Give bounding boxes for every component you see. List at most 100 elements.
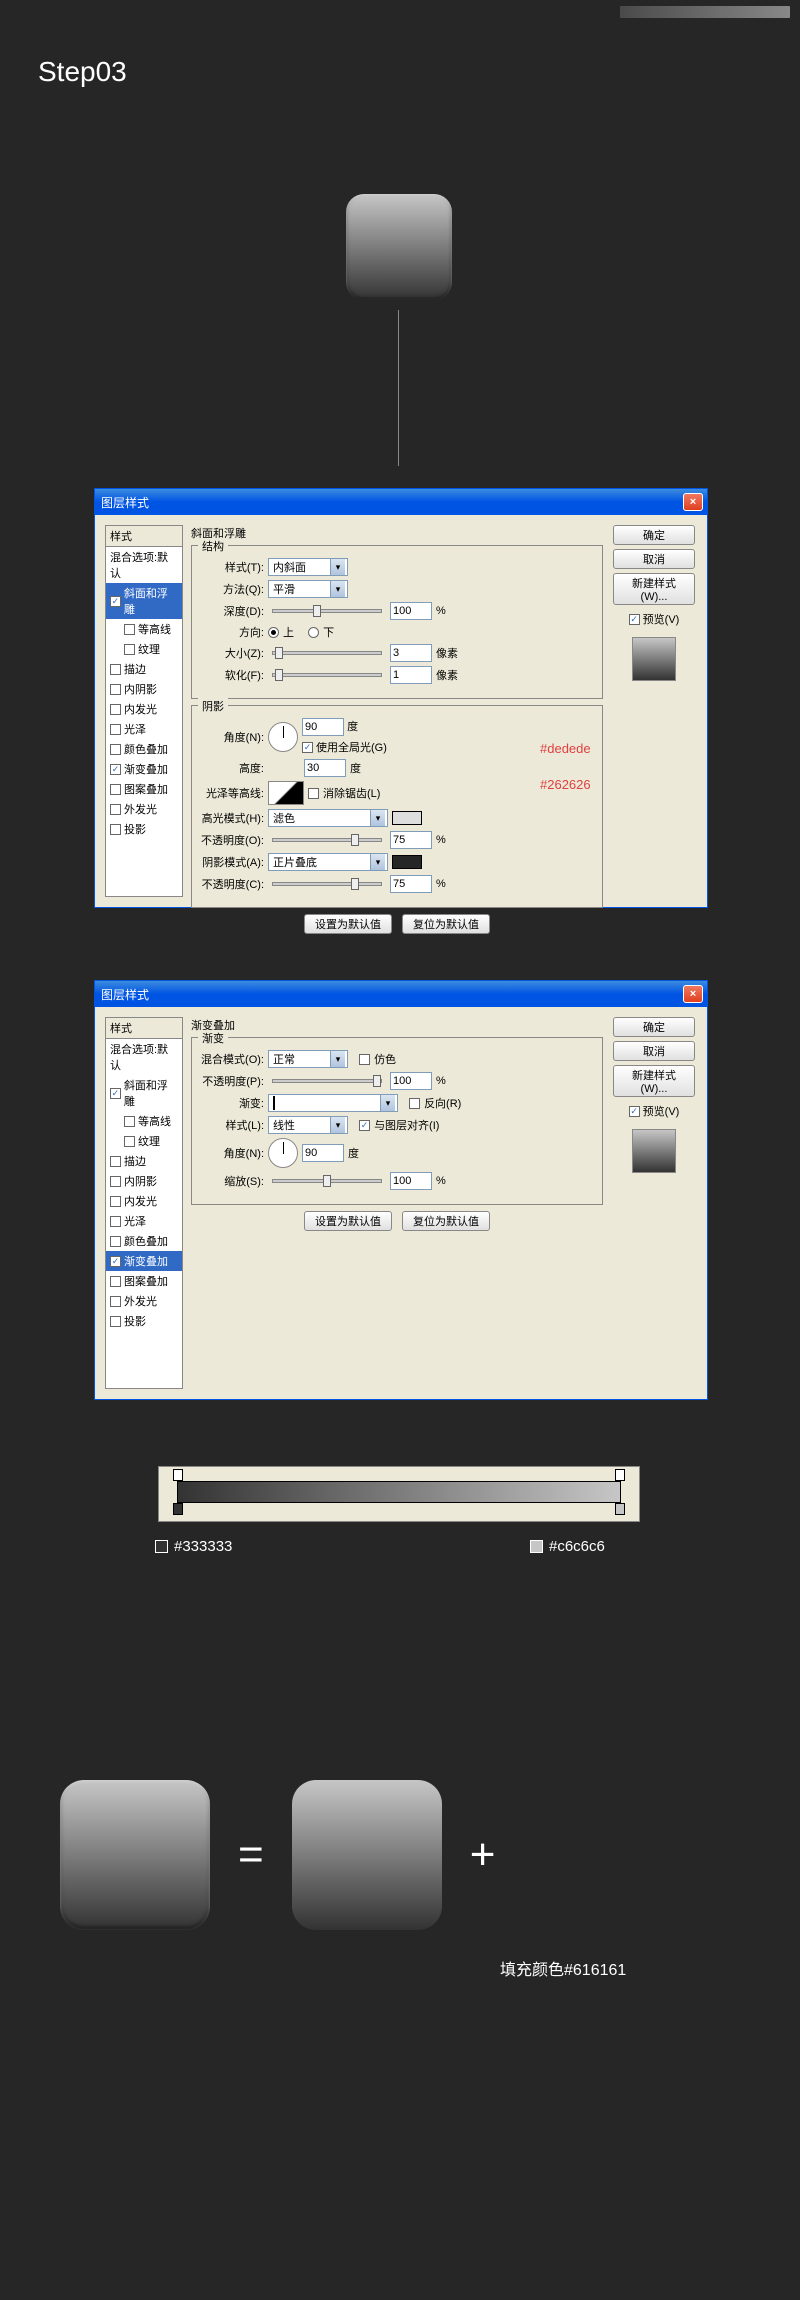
style-bevel[interactable]: ✓斜面和浮雕 [106, 1075, 182, 1111]
gradient-right-label: #c6c6c6 [530, 1538, 605, 1555]
style-color-overlay[interactable]: 颜色叠加 [106, 739, 182, 759]
style-texture[interactable]: 纹理 [106, 1131, 182, 1151]
size-slider[interactable] [272, 651, 382, 655]
dir-down-radio[interactable] [308, 627, 319, 638]
reverse-checkbox[interactable] [409, 1098, 420, 1109]
opacity-slider[interactable] [272, 1079, 382, 1083]
soften-input[interactable] [390, 666, 432, 684]
style-stroke[interactable]: 描边 [106, 1151, 182, 1171]
blend-select[interactable]: 正常 [268, 1050, 348, 1068]
style-inner-shadow[interactable]: 内阴影 [106, 679, 182, 699]
size-input[interactable] [390, 644, 432, 662]
angle-dial[interactable] [268, 722, 298, 752]
style-blend-options[interactable]: 混合选项:默认 [106, 1039, 182, 1075]
angle-dial[interactable] [268, 1138, 298, 1168]
sh-opacity-slider[interactable] [272, 882, 382, 886]
style-contour[interactable]: 等高线 [106, 1111, 182, 1131]
gloss-contour[interactable] [268, 781, 304, 805]
scale-slider[interactable] [272, 1179, 382, 1183]
style-blend-options[interactable]: 混合选项:默认 [106, 547, 182, 583]
style-pattern-overlay[interactable]: 图案叠加 [106, 779, 182, 799]
checkbox-icon [124, 1116, 135, 1127]
sh-mode-select[interactable]: 正片叠底 [268, 853, 388, 871]
scale-input[interactable] [390, 1172, 432, 1190]
style-inner-glow[interactable]: 内发光 [106, 699, 182, 719]
sh-opacity-input[interactable] [390, 875, 432, 893]
preview-checkbox[interactable]: ✓ [629, 1106, 640, 1117]
style-satin[interactable]: 光泽 [106, 1211, 182, 1231]
hl-mode-label: 高光模式(H): [200, 810, 264, 826]
right-panel: 确定 取消 新建样式(W)... ✓预览(V) [611, 1017, 697, 1389]
color-stop-left[interactable] [173, 1503, 183, 1515]
technique-select[interactable]: 平滑 [268, 580, 348, 598]
equation-row: = + [60, 1780, 495, 1930]
center-panel: 渐变叠加 渐变 混合模式(O):正常 仿色 不透明度(P):% 渐变: 反向(R… [191, 1017, 603, 1389]
ok-button[interactable]: 确定 [613, 1017, 695, 1037]
style-outer-glow[interactable]: 外发光 [106, 799, 182, 819]
style-color-overlay[interactable]: 颜色叠加 [106, 1231, 182, 1251]
scale-label: 缩放(S): [200, 1173, 264, 1189]
preview-checkbox[interactable]: ✓ [629, 614, 640, 625]
checkbox-icon [110, 824, 121, 835]
style-texture[interactable]: 纹理 [106, 639, 182, 659]
style-gradient-overlay[interactable]: ✓渐变叠加 [106, 1251, 182, 1271]
style-bevel[interactable]: ✓斜面和浮雕 [106, 583, 182, 619]
hl-opacity-slider[interactable] [272, 838, 382, 842]
new-style-button[interactable]: 新建样式(W)... [613, 573, 695, 605]
set-default-button[interactable]: 设置为默认值 [304, 914, 392, 934]
cancel-button[interactable]: 取消 [613, 1041, 695, 1061]
reset-default-button[interactable]: 复位为默认值 [402, 914, 490, 934]
style-drop-shadow[interactable]: 投影 [106, 819, 182, 839]
color-stop-right[interactable] [615, 1503, 625, 1515]
gradient-bar[interactable] [177, 1481, 621, 1503]
fill-color-label: 填充颜色#616161 [500, 1956, 626, 1980]
gradient-select[interactable] [268, 1094, 398, 1112]
close-button[interactable]: × [683, 985, 703, 1003]
soften-slider[interactable] [272, 673, 382, 677]
style-outer-glow[interactable]: 外发光 [106, 1291, 182, 1311]
angle-input[interactable] [302, 718, 344, 736]
dir-up-radio[interactable] [268, 627, 279, 638]
layer-style-dialog-gradient: 图层样式 × 样式 混合选项:默认 ✓斜面和浮雕 等高线 纹理 描边 内阴影 内… [94, 980, 708, 1400]
cancel-button[interactable]: 取消 [613, 549, 695, 569]
style-inner-shadow[interactable]: 内阴影 [106, 1171, 182, 1191]
ok-button[interactable]: 确定 [613, 525, 695, 545]
style-pattern-overlay[interactable]: 图案叠加 [106, 1271, 182, 1291]
hl-color-swatch[interactable] [392, 811, 422, 825]
titlebar[interactable]: 图层样式 × [95, 981, 707, 1007]
opacity-stop-left[interactable] [173, 1469, 183, 1481]
altitude-input[interactable] [304, 759, 346, 777]
sh-color-swatch[interactable] [392, 855, 422, 869]
style-select[interactable]: 内斜面 [268, 558, 348, 576]
style-label: 样式(T): [200, 559, 264, 575]
style-stroke[interactable]: 描边 [106, 659, 182, 679]
style-drop-shadow[interactable]: 投影 [106, 1311, 182, 1331]
opacity-stop-right[interactable] [615, 1469, 625, 1481]
styles-header: 样式 [106, 1018, 182, 1039]
dither-checkbox[interactable] [359, 1054, 370, 1065]
align-checkbox[interactable]: ✓ [359, 1120, 370, 1131]
titlebar[interactable]: 图层样式 × [95, 489, 707, 515]
set-default-button[interactable]: 设置为默认值 [304, 1211, 392, 1231]
new-style-button[interactable]: 新建样式(W)... [613, 1065, 695, 1097]
gradient-editor[interactable] [158, 1466, 640, 1522]
depth-input[interactable] [390, 602, 432, 620]
style-inner-glow[interactable]: 内发光 [106, 1191, 182, 1211]
g-angle-input[interactable] [302, 1144, 344, 1162]
reset-default-button[interactable]: 复位为默认值 [402, 1211, 490, 1231]
g-style-select[interactable]: 线性 [268, 1116, 348, 1134]
style-gradient-overlay[interactable]: ✓渐变叠加 [106, 759, 182, 779]
style-contour[interactable]: 等高线 [106, 619, 182, 639]
hl-mode-select[interactable]: 滤色 [268, 809, 388, 827]
depth-slider[interactable] [272, 609, 382, 613]
global-light-checkbox[interactable]: ✓ [302, 742, 313, 753]
styles-header: 样式 [106, 526, 182, 547]
checkbox-icon [110, 1296, 121, 1307]
close-button[interactable]: × [683, 493, 703, 511]
antialias-checkbox[interactable] [308, 788, 319, 799]
hl-opacity-input[interactable] [390, 831, 432, 849]
opacity-input[interactable] [390, 1072, 432, 1090]
checkbox-icon [110, 724, 121, 735]
checkbox-icon [110, 1156, 121, 1167]
style-satin[interactable]: 光泽 [106, 719, 182, 739]
